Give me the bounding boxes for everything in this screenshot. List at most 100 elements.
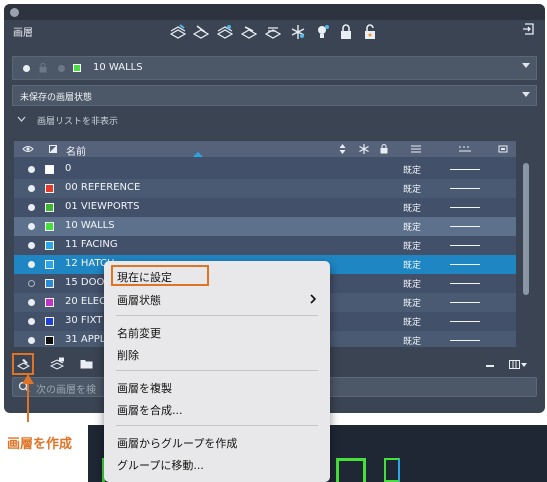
- match-layer-icon[interactable]: [170, 24, 186, 40]
- layer-state-dropdown[interactable]: 未保存の画層状態: [12, 85, 537, 106]
- linetype-column-icon[interactable]: [411, 145, 421, 153]
- lineweight-line[interactable]: [450, 169, 480, 170]
- new-layer-frozen-icon[interactable]: [50, 357, 65, 371]
- menu-item-move-to-group[interactable]: グループに移動...: [117, 457, 204, 473]
- color-swatch[interactable]: [45, 336, 54, 345]
- on-off-icon[interactable]: [28, 280, 35, 287]
- linetype[interactable]: 既定: [403, 277, 421, 290]
- sort-icon[interactable]: [339, 144, 346, 154]
- current-layer-dropdown[interactable]: 10 WALLS: [12, 56, 537, 80]
- linetype[interactable]: 既定: [403, 182, 421, 195]
- table-row[interactable]: 0 既定: [14, 160, 516, 179]
- linetype[interactable]: 既定: [403, 163, 421, 176]
- menu-item-create-group[interactable]: 画層からグループを作成: [117, 435, 237, 451]
- menu-item-duplicate[interactable]: 画層を複製: [117, 380, 172, 396]
- lineweight-line[interactable]: [450, 283, 480, 284]
- layer-list-header: 名前: [14, 141, 516, 158]
- color-swatch[interactable]: [45, 165, 54, 174]
- lineweight-line[interactable]: [450, 340, 480, 341]
- layer-state-label: 未保存の画層状態: [20, 93, 93, 103]
- eye-icon[interactable]: [22, 145, 34, 153]
- lock-layer-icon[interactable]: [338, 24, 354, 40]
- layer-name: 10 WALLS: [65, 220, 115, 231]
- menu-item-set-current[interactable]: 現在に設定: [117, 269, 172, 285]
- lineweight-line[interactable]: [450, 207, 480, 208]
- color-swatch[interactable]: [45, 317, 54, 326]
- on-off-icon[interactable]: [28, 185, 35, 192]
- table-row[interactable]: 11 FACING 既定: [14, 236, 516, 255]
- on-off-icon[interactable]: [28, 223, 35, 230]
- layer-name: 0: [65, 163, 72, 174]
- linetype[interactable]: 既定: [403, 239, 421, 252]
- linetype[interactable]: 既定: [403, 334, 421, 347]
- linetype[interactable]: 既定: [403, 201, 421, 214]
- callout-arrow: [27, 378, 29, 422]
- on-off-icon[interactable]: [28, 261, 35, 268]
- isolate-layer-icon[interactable]: [217, 24, 233, 40]
- on-off-icon[interactable]: [28, 242, 35, 249]
- freeze-column-icon[interactable]: [359, 144, 369, 154]
- lineweight-column-icon[interactable]: [459, 146, 471, 152]
- on-off-icon[interactable]: [28, 204, 35, 211]
- freeze-icon: [58, 65, 65, 72]
- lineweight-line[interactable]: [450, 302, 480, 303]
- layer-name: 31 APPL: [65, 334, 106, 345]
- layer-name: 20 ELEC: [65, 296, 107, 307]
- linetype[interactable]: 既定: [403, 296, 421, 309]
- menu-separator: [116, 370, 318, 371]
- linetype[interactable]: 既定: [403, 315, 421, 328]
- color-swatch[interactable]: [45, 241, 54, 250]
- folder-icon[interactable]: [80, 359, 93, 369]
- dropdown-arrow-icon: [522, 92, 530, 97]
- on-off-icon[interactable]: [28, 166, 35, 173]
- close-window-button[interactable]: [10, 8, 19, 17]
- drawing-wall: [384, 458, 400, 482]
- name-column-header[interactable]: 名前: [66, 143, 86, 158]
- menu-separator: [116, 315, 318, 316]
- search-placeholder: 次の画層を検: [36, 385, 96, 396]
- lineweight-line[interactable]: [450, 264, 480, 265]
- on-off-icon[interactable]: [28, 337, 35, 344]
- layer-walk-icon[interactable]: [265, 24, 281, 40]
- table-row[interactable]: 00 REFERENCE 既定: [14, 179, 516, 198]
- menu-item-rename[interactable]: 名前変更: [117, 325, 161, 341]
- on-off-icon[interactable]: [28, 299, 35, 306]
- lock-column-icon[interactable]: [380, 144, 388, 154]
- table-row[interactable]: 01 VIEWPORTS 既定: [14, 198, 516, 217]
- linetype[interactable]: 既定: [403, 258, 421, 271]
- lineweight-line[interactable]: [450, 226, 480, 227]
- menu-item-layer-state[interactable]: 画層状態: [117, 292, 161, 308]
- color-swatch[interactable]: [45, 203, 54, 212]
- color-swatch[interactable]: [45, 222, 54, 231]
- lineweight-line[interactable]: [450, 321, 480, 322]
- chevron-down-icon[interactable]: [17, 116, 26, 122]
- columns-menu-icon[interactable]: [509, 360, 527, 370]
- layer-name: 00 REFERENCE: [65, 182, 141, 193]
- new-layer-button[interactable]: [12, 353, 34, 375]
- menu-item-delete[interactable]: 削除: [117, 347, 139, 363]
- hide-layer-list-toggle[interactable]: 画層リストを非表示: [37, 114, 118, 127]
- color-swatch[interactable]: [45, 260, 54, 269]
- freeze-layer-icon[interactable]: [290, 24, 306, 40]
- color-swatch[interactable]: [45, 184, 54, 193]
- color-swatch[interactable]: [45, 279, 54, 288]
- table-row[interactable]: 10 WALLS 既定: [14, 217, 516, 236]
- linetype[interactable]: 既定: [403, 220, 421, 233]
- color-column-icon[interactable]: [49, 145, 57, 153]
- minimize-icon[interactable]: [486, 365, 494, 367]
- new-layer-icon: [17, 359, 30, 370]
- menu-item-merge[interactable]: 画層を合成...: [117, 402, 183, 418]
- plot-column-icon[interactable]: [498, 144, 508, 154]
- lineweight-line[interactable]: [450, 245, 480, 246]
- on-off-icon[interactable]: [28, 318, 35, 325]
- drawing-wall: [336, 458, 366, 482]
- color-swatch[interactable]: [45, 298, 54, 307]
- previous-layer-icon[interactable]: [193, 24, 209, 40]
- exit-panel-icon[interactable]: [522, 22, 536, 36]
- scrollbar-thumb[interactable]: [523, 163, 529, 295]
- unisolate-layer-icon[interactable]: [241, 24, 257, 40]
- lineweight-line[interactable]: [450, 188, 480, 189]
- unlock-layer-icon[interactable]: [362, 24, 378, 40]
- layer-off-icon[interactable]: [314, 24, 330, 40]
- lock-icon: [39, 63, 47, 73]
